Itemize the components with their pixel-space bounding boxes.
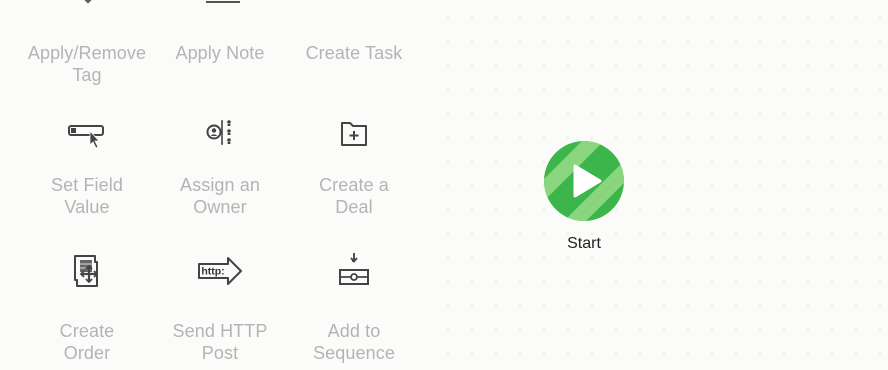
tool-label: Send HTTP (172, 321, 268, 341)
tool-send-http-post[interactable]: http: Send HTTP Post (153, 256, 287, 364)
tool-label: Deal (335, 197, 373, 217)
tool-label: Tag (72, 65, 102, 85)
canvas-grid (430, 0, 888, 370)
tool-label: Set Field (51, 175, 123, 195)
http-icon-text: http: (201, 266, 224, 278)
assign-owner-icon (206, 120, 231, 145)
folder-plus-icon (341, 122, 367, 146)
tool-label: Create Task (305, 43, 403, 63)
tool-create-task[interactable]: Create Task (287, 42, 421, 64)
tool-label: Value (64, 197, 110, 217)
tool-label: Apply/Remove (27, 43, 147, 63)
automation-builder-canvas: Apply/Remove Tag Apply Note Create Task … (0, 0, 888, 370)
http-arrow-icon: http: (198, 257, 242, 285)
tool-label: Order (63, 343, 111, 363)
tool-apply-remove-tag[interactable]: Apply/Remove Tag (20, 42, 154, 86)
tool-label: Owner (193, 197, 247, 217)
partial-icon-top (206, 1, 240, 3)
field-cursor-icon (68, 125, 104, 149)
tool-create-deal[interactable]: Create a Deal (287, 114, 421, 218)
tool-apply-note[interactable]: Apply Note (153, 42, 287, 64)
tool-add-to-sequence[interactable]: Add to Sequence (287, 253, 421, 364)
start-node[interactable]: Start (540, 140, 628, 253)
tool-label: Assign an (180, 175, 260, 195)
partial-icon-top (84, 0, 92, 4)
action-palette: Apply/Remove Tag Apply Note Create Task … (0, 0, 430, 370)
start-label: Start (567, 235, 601, 252)
sequence-icon (339, 253, 369, 285)
tool-label: Post (201, 343, 239, 363)
tool-label: Sequence (313, 343, 395, 363)
tool-set-field-value[interactable]: Set Field Value (20, 114, 154, 218)
tool-label: Create (59, 321, 115, 341)
tool-label: Create a (319, 175, 389, 195)
tool-create-order[interactable]: Create Order (20, 255, 154, 364)
order-document-icon (74, 255, 99, 287)
tool-label: Apply Note (175, 43, 265, 63)
play-icon (544, 141, 624, 221)
tool-assign-owner[interactable]: Assign an Owner (153, 114, 287, 218)
tool-label: Add to (327, 321, 381, 341)
